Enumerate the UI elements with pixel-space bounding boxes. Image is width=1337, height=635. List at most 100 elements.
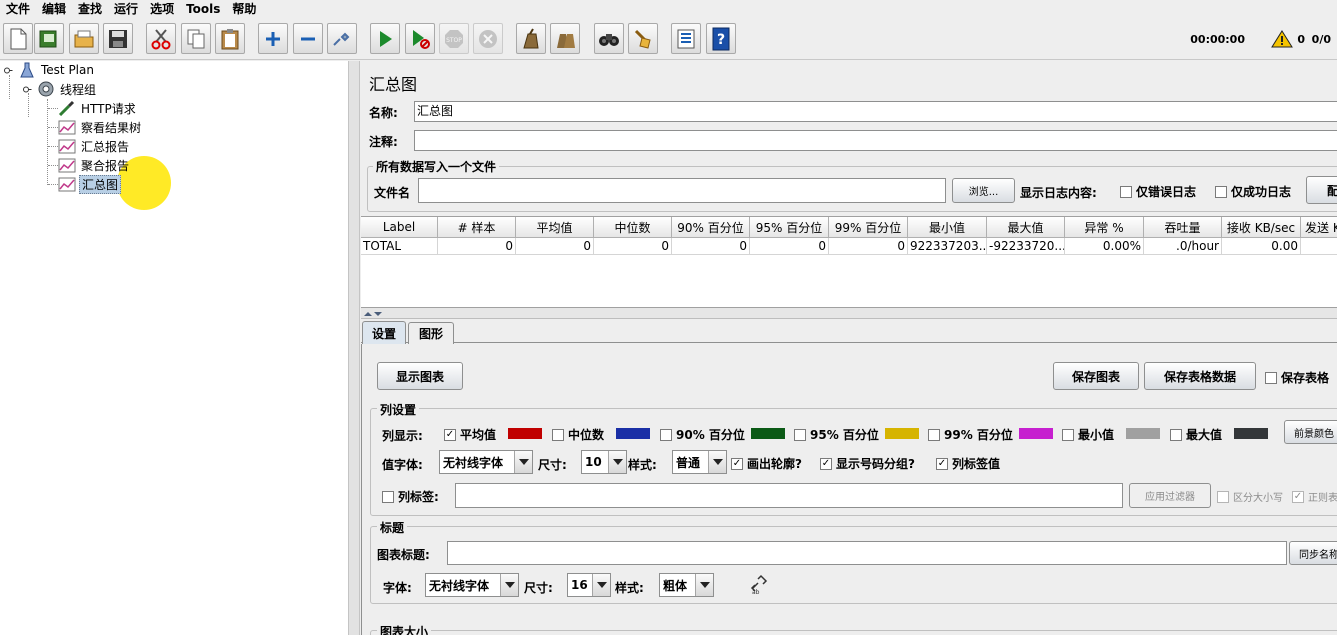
- apply-filter-button[interactable]: 应用过滤器: [1129, 483, 1211, 508]
- menu-tools[interactable]: Tools: [180, 0, 226, 18]
- column-toggle-max[interactable]: 最大值: [1170, 426, 1222, 443]
- col-header[interactable]: 平均值: [516, 217, 594, 238]
- menu-file[interactable]: 文件: [0, 0, 36, 18]
- templates-button[interactable]: [34, 23, 64, 54]
- splitter-arrows-icon[interactable]: [363, 310, 383, 317]
- value-size-select[interactable]: 10: [581, 450, 627, 474]
- collapse-handle[interactable]: [4, 66, 13, 75]
- tree-node-test-plan[interactable]: Test Plan: [18, 61, 96, 79]
- column-label-checkbox[interactable]: 列标签:: [382, 488, 439, 505]
- start-button[interactable]: [370, 23, 400, 54]
- cut-button[interactable]: [146, 23, 176, 54]
- function-helper-button[interactable]: [671, 23, 701, 54]
- active-threads: 0/0: [1311, 33, 1331, 46]
- col-header[interactable]: 95% 百分位: [750, 217, 829, 238]
- errors-only-checkbox[interactable]: 仅错误日志: [1120, 183, 1196, 200]
- col-header[interactable]: 异常 %: [1065, 217, 1144, 238]
- start-no-pauses-button[interactable]: [405, 23, 435, 54]
- value-font-select[interactable]: 无衬线字体: [439, 450, 533, 474]
- color-swatch-median[interactable]: [616, 428, 650, 439]
- number-grouping-checkbox[interactable]: ✓ 显示号码分组?: [820, 455, 915, 472]
- warning-icon[interactable]: [1271, 30, 1293, 48]
- stop-button[interactable]: STOP: [439, 23, 469, 54]
- filename-field[interactable]: [418, 178, 946, 203]
- title-size-select[interactable]: 16: [567, 573, 611, 597]
- col-header[interactable]: 最小值: [908, 217, 987, 238]
- success-only-checkbox[interactable]: 仅成功日志: [1215, 183, 1291, 200]
- sync-name-button[interactable]: 同步名称: [1289, 541, 1337, 565]
- menu-run[interactable]: 运行: [108, 0, 144, 18]
- value-style-select[interactable]: 普通: [672, 450, 727, 474]
- col-header[interactable]: 接收 KB/sec: [1222, 217, 1301, 238]
- tree-node-thread-group[interactable]: 线程组: [37, 80, 98, 98]
- color-swatch-p95[interactable]: [885, 428, 919, 439]
- tree-node-aggregate-graph[interactable]: 汇总图: [58, 174, 122, 194]
- case-sensitive-checkbox[interactable]: 区分大小写: [1217, 489, 1283, 504]
- tab-settings[interactable]: 设置: [362, 321, 406, 344]
- color-swatch-p90[interactable]: [751, 428, 785, 439]
- clear-button[interactable]: [516, 23, 546, 54]
- menu-help[interactable]: 帮助: [226, 0, 262, 18]
- reset-search-button[interactable]: [628, 23, 658, 54]
- col-header[interactable]: # 样本: [438, 217, 516, 238]
- copy-button[interactable]: [181, 23, 211, 54]
- shutdown-button[interactable]: [473, 23, 503, 54]
- color-swatch-average[interactable]: [508, 428, 542, 439]
- link-icon[interactable]: ab: [749, 574, 771, 596]
- search-button[interactable]: [594, 23, 624, 54]
- menu-options[interactable]: 选项: [144, 0, 180, 18]
- menu-edit[interactable]: 编辑: [36, 0, 72, 18]
- collapse-all-button[interactable]: [293, 23, 323, 54]
- save-button[interactable]: [103, 23, 133, 54]
- table-splitter[interactable]: [361, 308, 1337, 319]
- column-toggle-p99[interactable]: 99% 百分位: [928, 426, 1013, 443]
- tree-splitter[interactable]: [348, 61, 360, 635]
- col-header[interactable]: 发送 KB/sec: [1301, 217, 1337, 238]
- col-header[interactable]: 99% 百分位: [829, 217, 908, 238]
- tree-node-view-results-tree[interactable]: 察看结果树: [58, 118, 143, 136]
- color-swatch-max[interactable]: [1234, 428, 1268, 439]
- tab-graph[interactable]: 图形: [408, 322, 454, 344]
- color-swatch-min[interactable]: [1126, 428, 1160, 439]
- tree-node-aggregate-report[interactable]: 聚合报告: [58, 156, 131, 174]
- column-toggle-min[interactable]: 最小值: [1062, 426, 1114, 443]
- expand-all-button[interactable]: [258, 23, 288, 54]
- col-header[interactable]: Label: [361, 217, 438, 238]
- tree-node-http-request[interactable]: HTTP请求: [58, 99, 138, 117]
- draw-outline-checkbox[interactable]: ✓ 画出轮廓?: [731, 455, 802, 472]
- collapse-handle[interactable]: [23, 85, 32, 94]
- color-swatch-p99[interactable]: [1019, 428, 1053, 439]
- column-toggle-p90[interactable]: 90% 百分位: [660, 426, 745, 443]
- col-header[interactable]: 中位数: [594, 217, 672, 238]
- paste-button[interactable]: [215, 23, 245, 54]
- menu-search[interactable]: 查找: [72, 0, 108, 18]
- save-table-header-checkbox[interactable]: 保存表格: [1265, 369, 1329, 386]
- foreground-color-button[interactable]: 前景颜色: [1284, 420, 1337, 444]
- configure-button[interactable]: 配置: [1306, 176, 1337, 204]
- comment-field[interactable]: [414, 130, 1337, 151]
- column-toggle-median[interactable]: 中位数: [552, 426, 604, 443]
- col-header[interactable]: 最大值: [987, 217, 1065, 238]
- title-size-label: 尺寸:: [524, 581, 553, 595]
- show-graph-button[interactable]: 显示图表: [377, 362, 463, 390]
- tree-node-summary-report[interactable]: 汇总报告: [58, 137, 131, 155]
- browse-button[interactable]: 浏览...: [952, 178, 1015, 203]
- column-toggle-average[interactable]: ✓ 平均值: [444, 426, 496, 443]
- regex-checkbox[interactable]: ✓ 正则表达式: [1292, 489, 1337, 504]
- value-labels-checkbox[interactable]: ✓ 列标签值: [936, 455, 1000, 472]
- save-graph-button[interactable]: 保存图表: [1053, 362, 1139, 390]
- new-button[interactable]: [3, 23, 33, 54]
- column-label-field[interactable]: [455, 483, 1123, 508]
- col-header[interactable]: 90% 百分位: [672, 217, 750, 238]
- clear-all-button[interactable]: [550, 23, 580, 54]
- graph-title-field[interactable]: [447, 541, 1287, 565]
- name-field[interactable]: 汇总图: [414, 101, 1337, 122]
- title-font-select[interactable]: 无衬线字体: [425, 573, 519, 597]
- save-table-data-button[interactable]: 保存表格数据: [1144, 362, 1256, 390]
- title-style-select[interactable]: 粗体: [659, 573, 714, 597]
- open-button[interactable]: [69, 23, 99, 54]
- toggle-button[interactable]: [327, 23, 357, 54]
- help-button[interactable]: ?: [706, 23, 736, 54]
- column-toggle-p95[interactable]: 95% 百分位: [794, 426, 879, 443]
- col-header[interactable]: 吞吐量: [1144, 217, 1222, 238]
